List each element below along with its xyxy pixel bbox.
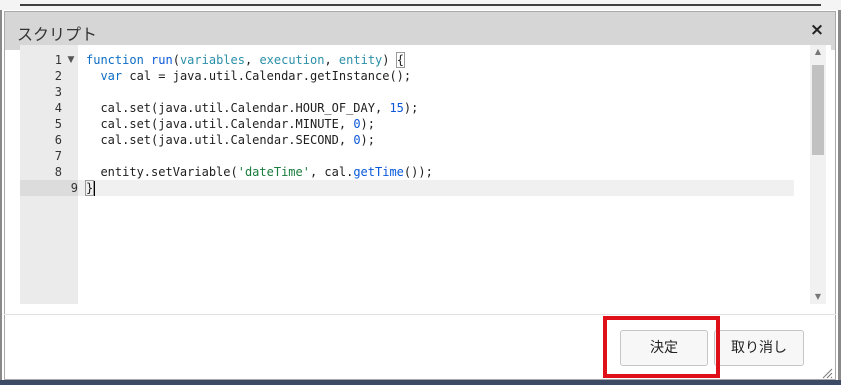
- line-number: 1: [54, 53, 62, 67]
- line-number: 8: [54, 165, 62, 179]
- dialog-title: スクリプト: [17, 25, 98, 44]
- scroll-up-icon[interactable]: ▲: [810, 45, 826, 59]
- line-number: 7: [54, 149, 62, 163]
- code-line-5: cal.set(java.util.Calendar.MINUTE, 0);: [86, 117, 375, 131]
- line-number: 3: [54, 85, 62, 99]
- background-window-edge: [0, 0, 841, 10]
- editor-scrollbar[interactable]: ▲ ▼: [810, 45, 826, 304]
- background-window-left-edge: [0, 10, 2, 380]
- code-line-1: function run(variables, execution, entit…: [86, 52, 406, 68]
- code-line-2: var cal = java.util.Calendar.getInstance…: [100, 69, 412, 83]
- scroll-down-icon[interactable]: ▼: [810, 290, 826, 304]
- line-number: 6: [54, 133, 62, 147]
- fold-arrow-icon[interactable]: ▼: [66, 52, 76, 68]
- cancel-button[interactable]: 取り消し: [714, 330, 804, 366]
- line-number: 5: [54, 117, 62, 131]
- line-number: 2: [54, 69, 62, 83]
- code-line-6: cal.set(java.util.Calendar.SECOND, 0);: [86, 133, 375, 147]
- active-line-highlight: [78, 180, 794, 196]
- background-window-bottom-edge: [0, 380, 841, 385]
- text-cursor: [94, 181, 95, 196]
- footer-divider: [4, 314, 836, 315]
- code-line-8: entity.setVariable('dateTime', cal.getTi…: [86, 165, 433, 179]
- ok-button[interactable]: 決定: [620, 330, 708, 366]
- code-line-9: }: [84, 180, 95, 196]
- close-icon[interactable]: ×: [807, 20, 827, 40]
- code-line-4: cal.set(java.util.Calendar.HOUR_OF_DAY, …: [86, 101, 419, 115]
- active-line-number: 9: [20, 180, 78, 196]
- scrollbar-thumb[interactable]: [812, 65, 824, 155]
- line-number: 4: [54, 101, 62, 115]
- resize-grip-icon[interactable]: [821, 367, 833, 379]
- code-editor[interactable]: 1 ▼ 2 3 4 5 6 7 8 9 function run(variabl…: [20, 45, 831, 304]
